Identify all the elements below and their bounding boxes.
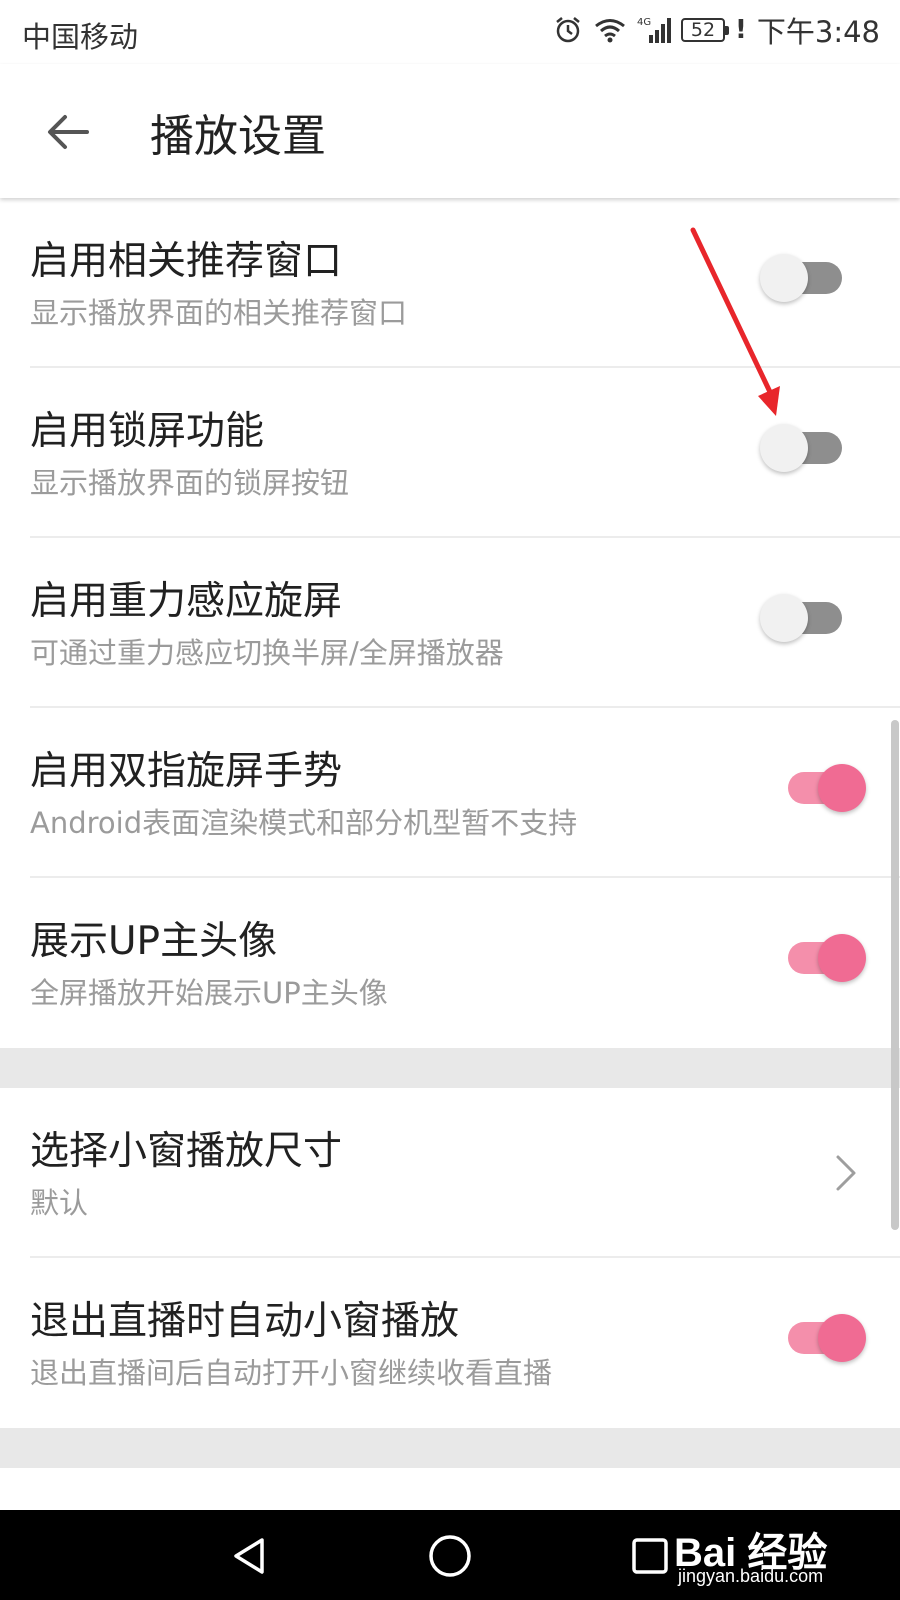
toggle-thumb (760, 594, 808, 642)
status-icons: 4G 52 ! 下午3:48 (553, 10, 880, 50)
carrier-name: 中国移动 (22, 20, 139, 54)
battery-icon: 52 (681, 18, 730, 42)
circle-home-icon (429, 1535, 471, 1577)
setting-description: 显示播放界面的锁屏按钮 (30, 466, 350, 500)
setting-description: 显示播放界面的相关推荐窗口 (30, 296, 408, 330)
lock-screen-toggle[interactable] (760, 418, 846, 478)
setting-title: 退出直播时自动小窗播放 (30, 1299, 460, 1344)
setting-show-up-avatar[interactable]: 展示UP主头像 全屏播放开始展示UP主头像 (0, 878, 900, 1048)
cellular-signal-icon: 4G (637, 17, 672, 43)
setting-title: 启用重力感应旋屏 (30, 579, 343, 624)
alarm-icon (556, 17, 580, 43)
page-title: 播放设置 (150, 111, 326, 162)
setting-live-exit-mini-window[interactable]: 退出直播时自动小窗播放 退出直播间后自动打开小窗继续收看直播 (0, 1258, 900, 1428)
nav-home-button[interactable] (420, 1526, 480, 1586)
gravity-rotation-toggle[interactable] (760, 588, 846, 648)
triangle-back-icon (234, 1538, 264, 1574)
section-separator (0, 1428, 900, 1468)
show-up-avatar-toggle[interactable] (780, 928, 866, 988)
setting-description: 退出直播间后自动打开小窗继续收看直播 (30, 1356, 553, 1390)
setting-title: 选择小窗播放尺寸 (30, 1129, 343, 1174)
wifi-icon (595, 19, 625, 43)
square-recents-icon (632, 1538, 668, 1574)
status-clock: 下午3:48 (756, 15, 880, 49)
setting-related-recommend[interactable]: 启用相关推荐窗口 显示播放界面的相关推荐窗口 (0, 198, 900, 368)
setting-gravity-rotation[interactable]: 启用重力感应旋屏 可通过重力感应切换半屏/全屏播放器 (0, 538, 900, 708)
nav-recents-button[interactable] (620, 1526, 680, 1586)
live-exit-mini-window-toggle[interactable] (780, 1308, 866, 1368)
setting-title: 启用双指旋屏手势 (30, 749, 343, 794)
chevron-right-icon (836, 1155, 856, 1191)
setting-title: 启用锁屏功能 (30, 409, 265, 454)
toggle-thumb (818, 764, 866, 812)
setting-two-finger-rotation[interactable]: 启用双指旋屏手势 Android表面渲染模式和部分机型暂不支持 (0, 708, 900, 878)
setting-description: 可通过重力感应切换半屏/全屏播放器 (30, 636, 504, 670)
svg-text:4G: 4G (637, 17, 651, 28)
status-bar: 中国移动 4G 52 ! 下午3:48 (0, 0, 900, 64)
app-bar: 播放设置 (0, 64, 900, 198)
setting-description: Android表面渲染模式和部分机型暂不支持 (30, 806, 578, 840)
nav-back-button[interactable] (220, 1526, 280, 1586)
baidu-jingyan-watermark: Bai 经验 jingyan.baidu.com (674, 1520, 864, 1594)
warning-indicator: ! (735, 15, 747, 45)
back-arrow-icon (48, 115, 89, 149)
setting-value: 默认 (30, 1186, 89, 1220)
watermark-site: jingyan.baidu.com (678, 1566, 824, 1586)
settings-list[interactable]: 启用相关推荐窗口 显示播放界面的相关推荐窗口 启用锁屏功能 显示播放界面的锁屏按… (0, 198, 900, 1510)
section-separator (0, 1048, 900, 1088)
two-finger-rotation-toggle[interactable] (780, 758, 866, 818)
setting-title: 启用相关推荐窗口 (30, 239, 343, 284)
toggle-thumb (818, 1314, 866, 1362)
setting-next-item-partial[interactable] (0, 1468, 900, 1510)
toggle-thumb (818, 934, 866, 982)
back-button[interactable] (38, 102, 98, 162)
related-recommend-toggle[interactable] (760, 248, 846, 308)
navigation-bar: Bai 经验 jingyan.baidu.com (0, 1510, 900, 1600)
toggle-thumb (760, 254, 808, 302)
setting-lock-screen[interactable]: 启用锁屏功能 显示播放界面的锁屏按钮 (0, 368, 900, 538)
setting-mini-window-size[interactable]: 选择小窗播放尺寸 默认 (0, 1088, 900, 1258)
setting-title: 展示UP主头像 (30, 919, 278, 964)
setting-description: 全屏播放开始展示UP主头像 (30, 976, 388, 1010)
toggle-thumb (760, 424, 808, 472)
scrollbar[interactable] (891, 720, 899, 1230)
